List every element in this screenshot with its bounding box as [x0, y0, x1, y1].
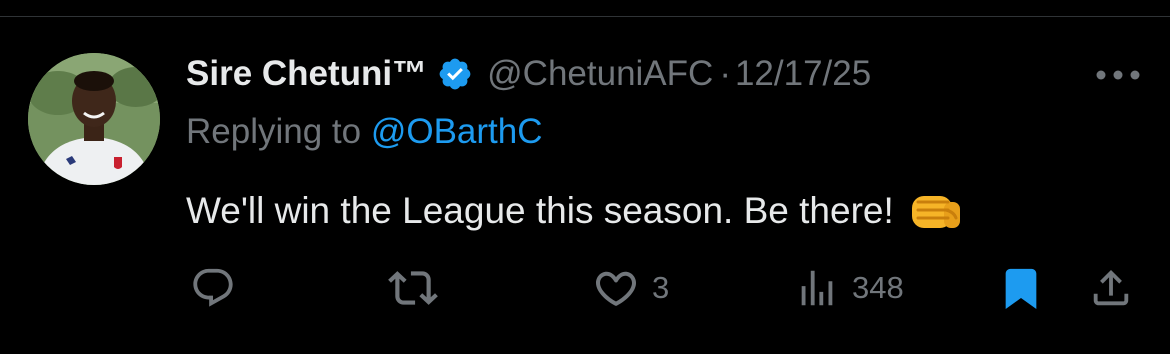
avatar[interactable] [28, 53, 160, 185]
views-count: 348 [852, 270, 904, 305]
author-handle[interactable]: @ChetuniAFC [487, 54, 713, 94]
tweet-actions: 3 348 [0, 260, 1170, 316]
reply-icon [190, 265, 236, 311]
reply-button[interactable] [190, 260, 248, 316]
like-button[interactable]: 3 [592, 260, 669, 316]
more-options-icon[interactable] [1095, 68, 1141, 82]
bookmark-button[interactable] [998, 260, 1044, 316]
author-display-name[interactable]: Sire Chetuni™ [186, 54, 427, 94]
views-icon [794, 265, 840, 311]
views-button[interactable]: 348 [794, 260, 904, 316]
tweet-text: We'll win the League this season. Be the… [186, 190, 894, 231]
replying-to-label: Replying to [186, 112, 371, 151]
retweet-icon [388, 263, 438, 313]
verified-badge-icon [437, 56, 473, 92]
tweet-date[interactable]: 12/17/25 [735, 54, 871, 94]
share-icon [1088, 265, 1134, 311]
replying-to: Replying to @OBarthC [186, 112, 543, 152]
retweet-button[interactable] [388, 260, 450, 316]
separator-dot: · [719, 54, 731, 93]
oncoming-fist-emoji-icon [908, 188, 964, 234]
avatar-image [28, 53, 160, 185]
heart-icon [592, 264, 640, 312]
share-button[interactable] [1088, 260, 1134, 316]
top-divider [0, 16, 1170, 17]
tweet-body: We'll win the League this season. Be the… [186, 188, 964, 234]
tweet-header: Sire Chetuni™ @ChetuniAFC · 12/17/25 [186, 50, 871, 98]
like-count: 3 [652, 270, 670, 305]
bookmark-icon [998, 265, 1044, 311]
reply-handle-link[interactable]: @OBarthC [371, 112, 543, 151]
